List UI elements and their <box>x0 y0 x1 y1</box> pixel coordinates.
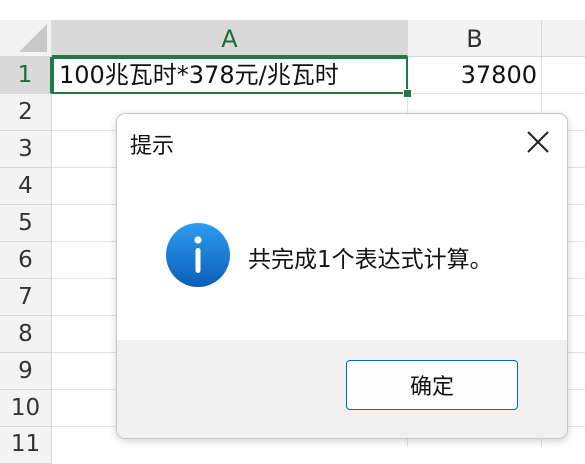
select-all-corner[interactable] <box>0 20 52 57</box>
dialog-message: 共完成1个表达式计算。 <box>248 247 493 273</box>
column-header-b[interactable]: B <box>408 20 542 57</box>
row-header-11[interactable]: 11 <box>0 427 52 464</box>
row-header-5[interactable]: 5 <box>0 205 52 242</box>
row-header-6[interactable]: 6 <box>0 242 52 279</box>
row-header-8[interactable]: 8 <box>0 316 52 353</box>
dialog-title: 提示 <box>130 134 175 159</box>
close-icon <box>527 131 549 153</box>
close-button[interactable] <box>522 126 554 158</box>
info-icon <box>165 222 231 288</box>
row-header-4[interactable]: 4 <box>0 168 52 205</box>
cell-b1[interactable]: 37800 <box>408 57 542 94</box>
ok-button[interactable]: 确定 <box>346 360 518 410</box>
row-header-9[interactable]: 9 <box>0 353 52 390</box>
row-header-2[interactable]: 2 <box>0 94 52 131</box>
dialog-footer: 确定 <box>117 340 567 438</box>
column-header-c[interactable] <box>542 20 585 57</box>
row-header-10[interactable]: 10 <box>0 390 52 427</box>
cell-a1[interactable]: 100兆瓦时*378元/兆瓦时 <box>52 57 408 94</box>
row-header-3[interactable]: 3 <box>0 131 52 168</box>
message-dialog: 提示 共完成1个表达式计算。 确定 <box>116 113 568 439</box>
column-header-a[interactable]: A <box>52 20 408 57</box>
select-all-triangle-icon <box>19 24 47 52</box>
row-header-7[interactable]: 7 <box>0 279 52 316</box>
row-header-1[interactable]: 1 <box>0 57 52 94</box>
